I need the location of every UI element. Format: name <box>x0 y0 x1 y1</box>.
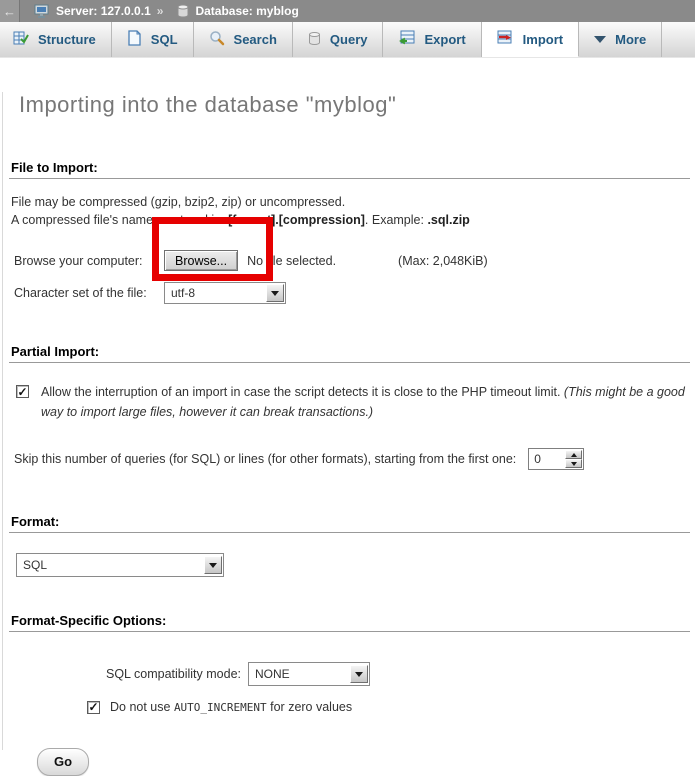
charset-row: Character set of the file: utf-8 <box>9 282 690 304</box>
skip-queries-label: Skip this number of queries (for SQL) or… <box>14 452 516 466</box>
export-icon <box>398 30 415 49</box>
max-upload-size: (Max: 2,048KiB) <box>398 254 488 268</box>
browse-button[interactable]: Browse... <box>164 250 238 271</box>
page-title: Importing into the database "myblog" <box>19 92 690 118</box>
desc-line2-mid: . Example: <box>365 213 428 227</box>
zero-prefix: Do not use <box>110 700 174 714</box>
dropdown-arrow-icon[interactable] <box>350 665 368 683</box>
desc-line2-bold-example: .sql.zip <box>427 213 469 227</box>
dropdown-arrow-icon[interactable] <box>266 284 284 302</box>
tab-label: SQL <box>151 32 178 47</box>
format-select-row: SQL <box>9 553 690 577</box>
search-icon <box>209 30 225 49</box>
allow-interruption-checkbox[interactable]: ✓ <box>16 385 29 398</box>
breadcrumb-separator: » <box>157 4 164 18</box>
tab-label: Structure <box>38 32 96 47</box>
tab-export[interactable]: Export <box>383 22 481 57</box>
charset-selected-value: utf-8 <box>165 286 265 300</box>
tab-import[interactable]: Import <box>482 22 579 57</box>
skip-queries-value: 0 <box>529 449 564 469</box>
tab-label: Search <box>234 32 277 47</box>
sql-compat-select[interactable]: NONE <box>248 662 370 686</box>
server-icon <box>34 4 50 19</box>
breadcrumb-bar: ← Server: 127.0.0.1 » Database: myblog <box>0 0 695 22</box>
desc-line2-prefix: A compressed file's name must end in <box>11 213 225 227</box>
allow-text: Allow the interruption of an import in c… <box>41 385 564 399</box>
sql-compat-row: SQL compatibility mode: NONE <box>9 662 690 686</box>
tab-more[interactable]: More <box>579 22 662 57</box>
no-file-selected-text: No file selected. <box>247 254 336 268</box>
zero-suffix: for zero values <box>267 700 352 714</box>
query-icon <box>308 31 321 49</box>
format-selected-value: SQL <box>17 558 203 572</box>
dropdown-arrow-icon[interactable] <box>204 556 222 574</box>
auto-increment-checkbox[interactable]: ✓ <box>87 701 100 714</box>
back-arrow-icon[interactable]: ← <box>0 0 20 22</box>
browse-label: Browse your computer: <box>14 254 164 268</box>
import-icon <box>497 30 514 49</box>
tab-bar: Structure SQL Search Query <box>0 22 695 58</box>
desc-line1: File may be compressed (gzip, bzip2, zip… <box>11 195 345 209</box>
skip-queries-stepper[interactable]: 0 <box>528 448 584 470</box>
section-heading-format: Format: <box>9 514 690 533</box>
allow-interruption-text: Allow the interruption of an import in c… <box>41 382 686 422</box>
section-heading-file-to-import: File to Import: <box>9 160 690 179</box>
chevron-down-icon <box>594 36 606 43</box>
go-button[interactable]: Go <box>37 748 89 776</box>
structure-icon <box>13 30 29 49</box>
charset-select[interactable]: utf-8 <box>164 282 286 304</box>
tab-sql[interactable]: SQL <box>112 22 194 57</box>
section-heading-partial-import: Partial Import: <box>9 344 690 363</box>
charset-label: Character set of the file: <box>14 286 164 300</box>
breadcrumb-database[interactable]: Database: myblog <box>195 4 298 18</box>
database-icon <box>177 4 189 18</box>
desc-line2-bold-format: .[format].[compression] <box>225 213 365 227</box>
tab-query[interactable]: Query <box>293 22 384 57</box>
section-heading-format-specific: Format-Specific Options: <box>9 613 690 632</box>
breadcrumb-server[interactable]: Server: 127.0.0.1 <box>56 4 151 18</box>
stepper-down-icon[interactable] <box>565 459 582 468</box>
browse-row: Browse your computer: Browse... No file … <box>9 250 690 271</box>
import-page: Importing into the database "myblog" Fil… <box>2 92 695 750</box>
tab-label: Export <box>424 32 465 47</box>
stepper-buttons <box>565 450 582 468</box>
sql-compat-label: SQL compatibility mode: <box>9 667 241 681</box>
sql-compat-selected-value: NONE <box>249 667 349 681</box>
format-select[interactable]: SQL <box>16 553 224 577</box>
sql-icon <box>127 30 142 49</box>
auto-increment-row: ✓ Do not use AUTO_INCREMENT for zero val… <box>9 700 690 714</box>
allow-interruption-row: ✓ Allow the interruption of an import in… <box>9 385 690 422</box>
tab-label: More <box>615 32 646 47</box>
tab-label: Query <box>330 32 368 47</box>
tab-search[interactable]: Search <box>194 22 293 57</box>
tab-label: Import <box>523 32 563 47</box>
skip-queries-row: Skip this number of queries (for SQL) or… <box>9 448 690 470</box>
stepper-up-icon[interactable] <box>565 450 582 459</box>
zero-mono: AUTO_INCREMENT <box>174 701 267 714</box>
tab-structure[interactable]: Structure <box>0 22 112 57</box>
file-import-description: File may be compressed (gzip, bzip2, zip… <box>11 193 690 229</box>
auto-increment-label: Do not use AUTO_INCREMENT for zero value… <box>110 700 352 714</box>
